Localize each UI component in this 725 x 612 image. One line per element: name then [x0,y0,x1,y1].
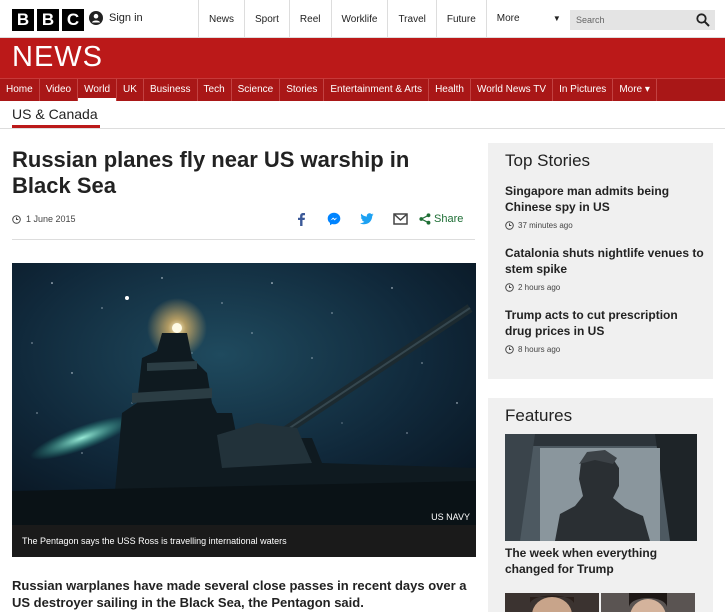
global-nav-news[interactable]: News [198,0,244,38]
search-box [570,10,715,30]
top-story-title[interactable]: Trump acts to cut prescription drug pric… [505,307,705,339]
twitter-icon[interactable] [359,211,375,227]
top-story-timestamp: 8 hours ago [518,345,561,354]
chevron-down-icon: ▼ [552,14,561,23]
nav-item-video[interactable]: Video [40,79,79,101]
top-story-time: 8 hours ago [505,345,705,354]
article-hero-image: US NAVY [12,263,476,525]
features-panel: Features The week when everything change… [488,398,713,612]
image-caption: The Pentagon says the USS Ross is travel… [12,525,476,557]
nav-item-in-pictures[interactable]: In Pictures [553,79,614,101]
features-title: Features [505,406,573,425]
article-meta: 1 June 2015 [12,214,76,224]
image-credit: US NAVY [431,512,470,522]
top-story-item[interactable]: Trump acts to cut prescription drug pric… [505,307,705,354]
article-lede: Russian warplanes have made several clos… [12,578,467,610]
global-nav: News Sport Reel Worklife Travel Future M… [198,0,571,38]
section-title[interactable]: US & Canada [12,106,98,122]
nav-item-business[interactable]: Business [144,79,198,101]
top-stories-title: Top Stories [505,151,591,170]
feature-thumbnail[interactable] [505,593,599,612]
news-logo[interactable]: NEWS [12,41,103,74]
top-story-time: 37 minutes ago [505,221,705,230]
feature-thumbnail[interactable] [601,593,695,612]
clock-icon [12,214,21,224]
global-nav-reel[interactable]: Reel [288,0,331,38]
user-icon [89,11,103,25]
clock-icon [505,221,514,230]
bbc-logo-letter: B [37,9,59,31]
top-story-item[interactable]: Singapore man admits being Chinese spy i… [505,183,705,230]
top-story-timestamp: 37 minutes ago [518,221,573,230]
top-story-time: 2 hours ago [505,283,705,292]
global-nav-worklife[interactable]: Worklife [330,0,388,38]
top-story-title[interactable]: Catalonia shuts nightlife venues to stem… [505,245,705,277]
global-nav-future[interactable]: Future [435,0,486,38]
global-nav-more[interactable]: More ▼ [485,0,571,38]
top-story-title[interactable]: Singapore man admits being Chinese spy i… [505,183,705,215]
messenger-icon[interactable] [326,211,342,227]
search-icon[interactable] [696,13,710,27]
share-label: Share [434,213,464,225]
email-icon[interactable] [392,211,408,227]
bbc-logo-letter: B [12,9,34,31]
news-nav: Home Video World UK Business Tech Scienc… [0,78,725,101]
nav-item-stories[interactable]: Stories [280,79,325,101]
global-header: B B C Sign in News Sport Reel Worklife T… [0,0,725,38]
share-tools: Share [293,211,463,227]
divider [12,239,475,240]
warship-night-photo [12,263,476,525]
nav-item-home[interactable]: Home [0,79,40,101]
search-input[interactable] [570,10,690,30]
nav-item-entertainment[interactable]: Entertainment & Arts [324,79,430,101]
article-date: 1 June 2015 [26,214,76,224]
top-stories-panel: Top Stories Singapore man admits being C… [488,143,713,379]
divider [0,128,725,129]
nav-item-world[interactable]: World [78,79,118,101]
nav-item-tech[interactable]: Tech [198,79,232,101]
feature-title[interactable]: The week when everything changed for Tru… [505,545,705,577]
share-icon [419,213,431,225]
bbc-logo[interactable]: B B C [12,9,84,31]
nav-item-world-news-tv[interactable]: World News TV [471,79,554,101]
news-banner: NEWS [0,38,725,78]
trump-silhouette-photo [505,434,697,541]
nav-item-health[interactable]: Health [429,79,471,101]
top-story-timestamp: 2 hours ago [518,283,561,292]
clock-icon [505,283,514,292]
global-nav-travel[interactable]: Travel [387,0,435,38]
clock-icon [505,345,514,354]
share-button[interactable]: Share [419,213,463,225]
article-headline: Russian planes fly near US warship in Bl… [12,147,410,198]
signin-link[interactable]: Sign in [89,11,143,25]
bbc-logo-letter: C [62,9,84,31]
global-nav-sport[interactable]: Sport [244,0,289,38]
nav-item-science[interactable]: Science [232,79,281,101]
feature-image[interactable] [505,434,697,541]
nav-item-uk[interactable]: UK [117,79,144,101]
nav-item-more[interactable]: More ▾ [613,79,657,101]
top-story-item[interactable]: Catalonia shuts nightlife venues to stem… [505,245,705,292]
more-label: More [496,13,520,24]
signin-label: Sign in [109,12,143,24]
facebook-icon[interactable] [293,211,309,227]
